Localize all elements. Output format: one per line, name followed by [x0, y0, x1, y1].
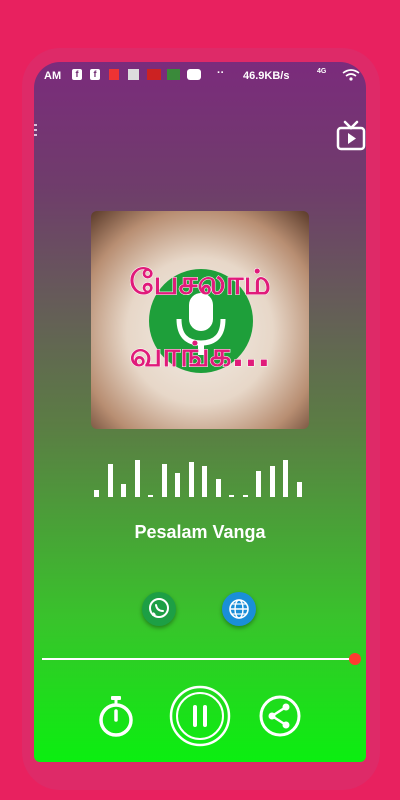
equalizer-bar	[296, 481, 302, 497]
download-icon	[128, 69, 139, 80]
website-button[interactable]	[222, 592, 256, 626]
seek-bar[interactable]	[42, 658, 358, 660]
status-bar: AM f f ·· 46.9KB/s 4G	[34, 62, 366, 90]
equalizer-bar	[256, 470, 261, 497]
wifi-icon	[342, 69, 360, 81]
equalizer-bar	[283, 459, 288, 497]
equalizer-bar	[107, 464, 113, 497]
equalizer-bar	[229, 494, 234, 497]
equalizer-bar	[215, 479, 221, 497]
equalizer-bar	[148, 494, 153, 497]
equalizer-bar	[202, 466, 207, 497]
whatsapp-icon	[149, 598, 169, 618]
tv-icon[interactable]	[336, 118, 366, 154]
equalizer-bar	[121, 483, 126, 497]
equalizer-bar	[242, 494, 248, 497]
player-screen: AM f f ·· 46.9KB/s 4G பேசலாம் வாங்க... P…	[34, 62, 366, 762]
whatsapp-button[interactable]	[142, 592, 176, 626]
facebook-icon: f	[72, 69, 82, 80]
pause-button[interactable]	[169, 685, 231, 747]
notification-icon	[109, 69, 119, 80]
status-time: AM	[44, 70, 62, 82]
globe-icon	[229, 599, 249, 619]
network-speed: 46.9KB/s	[243, 70, 290, 82]
artwork-title-line2: வாங்க...	[129, 335, 271, 376]
more-notifications-icon: ··	[217, 67, 225, 79]
facebook-icon: f	[90, 69, 100, 80]
seek-handle[interactable]	[348, 653, 361, 665]
game-icon	[167, 69, 180, 80]
menu-icon[interactable]	[34, 124, 38, 140]
equalizer-bar	[134, 459, 140, 497]
artwork-title-line1: பேசலாம்	[129, 263, 272, 304]
equalizer-bar	[175, 472, 180, 497]
equalizer-bar	[94, 490, 99, 497]
share-button[interactable]	[258, 694, 302, 738]
equalizer-bar	[188, 461, 194, 497]
sleep-timer-button[interactable]	[96, 694, 136, 738]
youtube-icon	[187, 69, 201, 80]
signal-4g-icon: 4G	[317, 68, 327, 75]
equalizer-bar	[161, 464, 167, 497]
station-name: Pesalam Vanga	[134, 522, 266, 542]
station-artwork: பேசலாம் வாங்க...	[91, 211, 309, 429]
equalizer-bar	[269, 466, 275, 497]
equalizer-visualizer	[92, 447, 308, 497]
news-icon	[147, 69, 161, 80]
